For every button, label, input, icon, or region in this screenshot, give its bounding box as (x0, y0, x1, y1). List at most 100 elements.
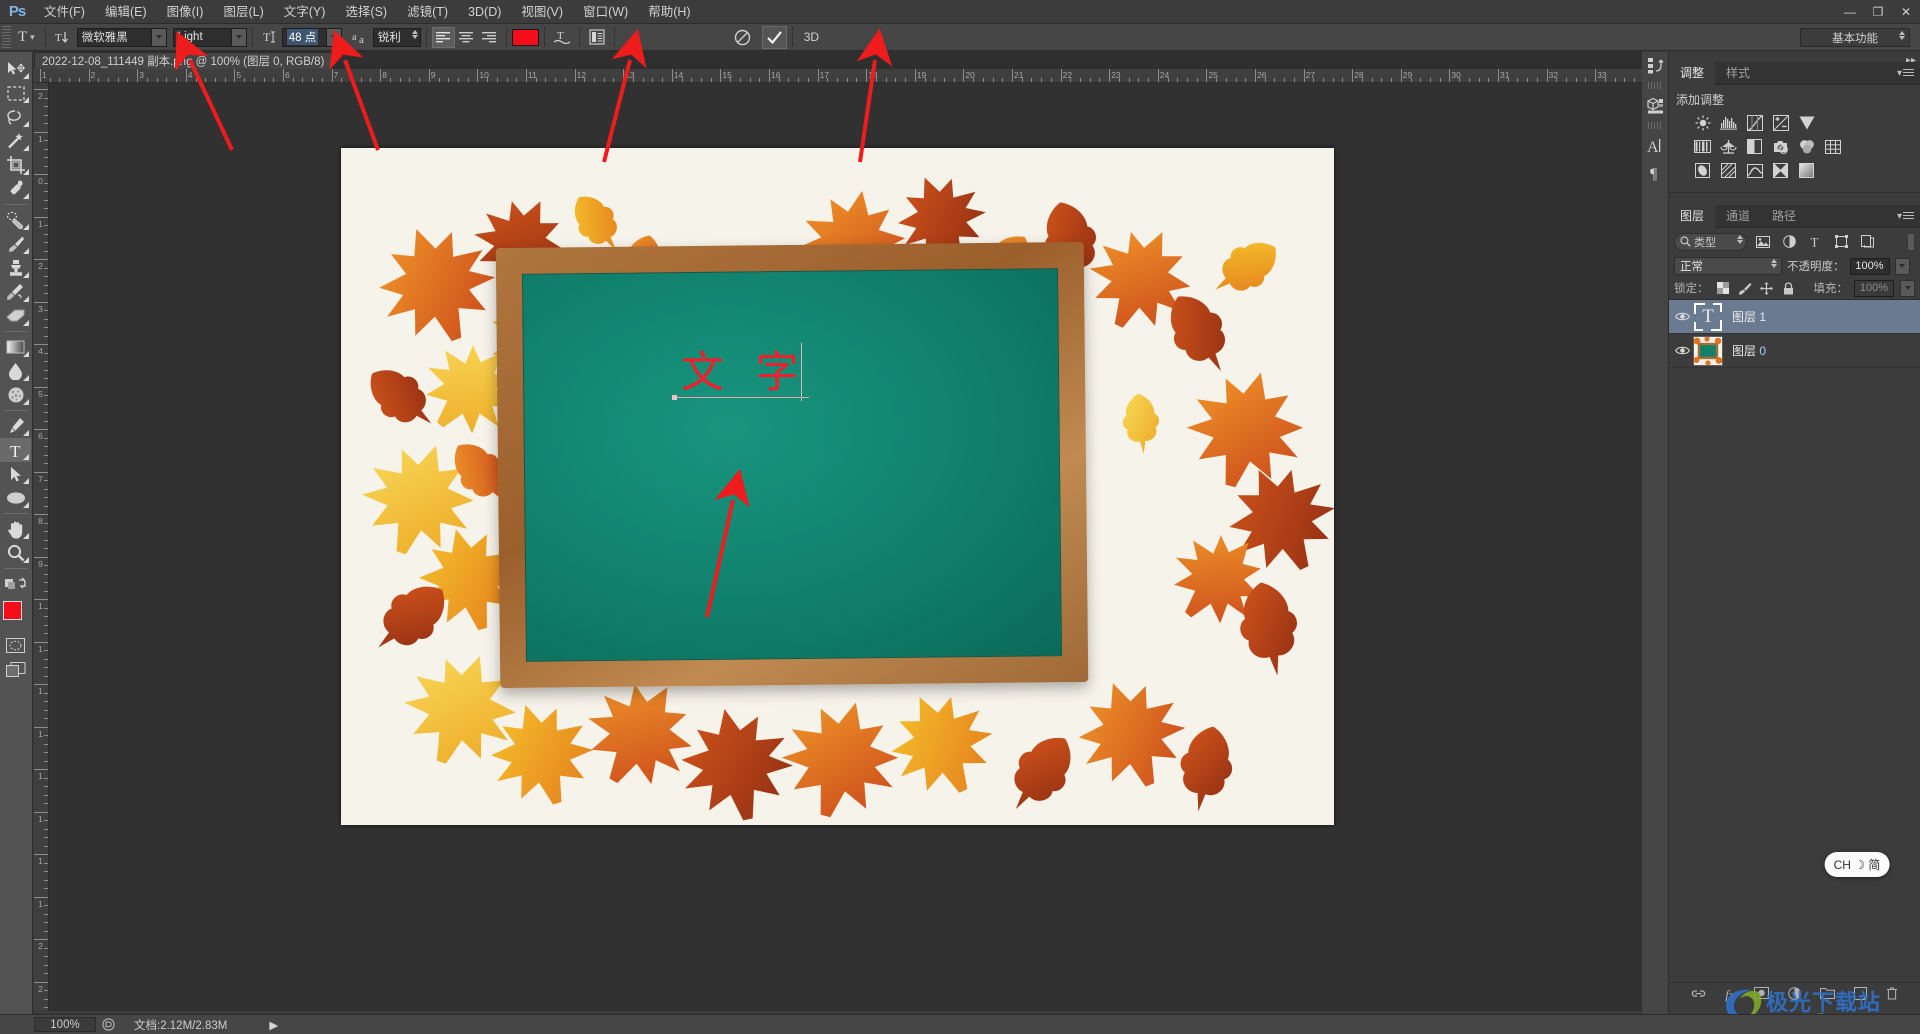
artboard[interactable]: 文 字 (341, 148, 1334, 825)
paragraph-panel-icon[interactable]: ¶ (1642, 159, 1669, 186)
type-tool[interactable]: T (0, 438, 31, 462)
fill-dropdown-icon[interactable] (1900, 279, 1915, 297)
panel-grip[interactable] (1648, 82, 1662, 89)
color-balance-icon[interactable] (1719, 138, 1738, 155)
spinner-icon[interactable] (411, 29, 418, 39)
clone-stamp-tool[interactable] (0, 256, 31, 280)
menu-filter[interactable]: 滤镜(T) (397, 0, 458, 24)
font-family-select[interactable]: 微软雅黑 (76, 27, 167, 47)
crop-tool[interactable] (0, 153, 31, 177)
history-brush-tool[interactable] (0, 280, 31, 304)
options-bar-grip[interactable] (2, 25, 11, 49)
pixel-filter-icon[interactable] (1753, 233, 1773, 251)
align-right-button[interactable] (478, 27, 501, 48)
rectangular-marquee-tool[interactable] (0, 81, 31, 105)
fill-input[interactable]: 100% (1854, 279, 1894, 297)
menu-window[interactable]: 窗口(W) (573, 0, 638, 24)
spinner-icon[interactable] (1771, 259, 1777, 268)
chevron-down-icon[interactable] (150, 28, 166, 46)
lock-image-icon[interactable] (1737, 280, 1753, 296)
character-panel-icon[interactable]: A (1642, 132, 1669, 159)
lock-position-icon[interactable] (1759, 280, 1775, 296)
canvas-area[interactable]: 文 字 (49, 83, 1642, 1011)
blur-tool[interactable] (0, 359, 31, 383)
history-panel-icon[interactable] (1642, 52, 1669, 79)
tab-adjustments[interactable]: 调整 (1669, 62, 1716, 85)
channel-mixer-icon[interactable] (1797, 138, 1816, 155)
text-orientation-icon[interactable]: T (51, 26, 75, 48)
lock-all-icon[interactable] (1781, 280, 1797, 296)
canvas-text-layer[interactable]: 文 字 (681, 350, 808, 396)
magic-wand-tool[interactable] (0, 129, 31, 153)
zoom-tool[interactable] (0, 541, 31, 565)
zoom-level-input[interactable]: 100% (34, 1017, 96, 1032)
character-panel-icon[interactable] (585, 26, 609, 48)
menu-help[interactable]: 帮助(H) (638, 0, 700, 24)
link-layers-icon[interactable] (1691, 988, 1706, 1002)
menu-select[interactable]: 选择(S) (335, 0, 397, 24)
eraser-tool[interactable] (0, 304, 31, 328)
brush-tool[interactable] (0, 232, 31, 256)
layer-visibility-icon[interactable] (1671, 334, 1693, 368)
spinner-icon[interactable] (1737, 234, 1743, 244)
brightness-contrast-icon[interactable] (1693, 114, 1712, 131)
gradient-tool[interactable] (0, 335, 31, 359)
hand-tool[interactable] (0, 517, 31, 541)
minimize-button[interactable]: — (1836, 0, 1864, 24)
chevron-down-icon[interactable] (325, 28, 341, 46)
edit-toolbar-button[interactable] (0, 572, 31, 596)
screen-mode-button[interactable] (0, 657, 31, 681)
black-white-icon[interactable] (1745, 138, 1764, 155)
vibrance-icon[interactable] (1797, 114, 1816, 131)
menu-type[interactable]: 文字(Y) (274, 0, 336, 24)
lock-transparency-icon[interactable] (1715, 280, 1731, 296)
smart-object-filter-icon[interactable] (1857, 233, 1877, 251)
levels-icon[interactable] (1719, 114, 1738, 131)
tab-channels[interactable]: 通道 (1715, 205, 1761, 228)
close-button[interactable]: ✕ (1892, 0, 1920, 24)
opacity-input[interactable]: 100% (1849, 257, 1890, 275)
menu-edit[interactable]: 编辑(E) (95, 0, 157, 24)
menu-layer[interactable]: 图层(L) (213, 0, 273, 24)
panel-menu-icon[interactable]: ▾ (1897, 68, 1914, 79)
commit-edit-button[interactable] (761, 25, 787, 49)
menu-file[interactable]: 文件(F) (34, 0, 95, 24)
menu-3d[interactable]: 3D(D) (458, 0, 511, 24)
panel-grip[interactable] (1648, 122, 1662, 129)
shape-filter-icon[interactable] (1831, 233, 1851, 251)
selective-color-icon[interactable] (1771, 162, 1790, 179)
restore-button[interactable]: ❐ (1864, 0, 1892, 24)
panel-menu-icon[interactable]: ▾ (1897, 211, 1914, 222)
layer-visibility-icon[interactable] (1671, 300, 1693, 334)
3d-text-button[interactable]: 3D (798, 30, 825, 44)
dodge-tool[interactable] (0, 383, 31, 407)
layer-filter-type-select[interactable]: 类型 (1674, 232, 1747, 251)
anti-alias-select[interactable]: 锐利 (372, 27, 421, 47)
status-expand-arrow-icon[interactable]: ▶ (269, 1018, 278, 1032)
filter-toggle-switch[interactable] (1907, 232, 1915, 251)
document-tab[interactable]: 2022-12-08_111449 副本.png @ 100% (图层 0, R… (34, 52, 333, 69)
chevron-down-icon[interactable] (230, 28, 246, 46)
blend-mode-select[interactable]: 正常 (1674, 257, 1782, 275)
workspace-selector[interactable]: 基本功能 (1800, 28, 1910, 47)
layer-row-text[interactable]: T 图层 1 (1669, 300, 1920, 334)
posterize-icon[interactable] (1719, 162, 1738, 179)
layer-row-image[interactable]: 图层 0 (1669, 334, 1920, 368)
type-filter-icon[interactable]: T (1805, 233, 1825, 251)
photo-filter-icon[interactable] (1771, 138, 1790, 155)
adjustment-filter-icon[interactable] (1779, 233, 1799, 251)
quick-mask-button[interactable] (0, 633, 31, 657)
pen-tool[interactable] (0, 414, 31, 438)
hue-saturation-icon[interactable] (1693, 138, 1712, 155)
3d-panel-icon[interactable] (1642, 92, 1669, 119)
color-swatches[interactable] (0, 599, 31, 633)
eyedropper-tool[interactable] (0, 177, 31, 201)
image-layer-thumb[interactable] (1693, 335, 1723, 366)
align-center-button[interactable] (455, 27, 478, 48)
text-layer-thumb[interactable]: T (1693, 302, 1723, 332)
font-style-select[interactable]: Light (172, 27, 247, 47)
tab-styles[interactable]: 样式 (1715, 62, 1761, 85)
gradient-map-icon[interactable] (1797, 162, 1816, 179)
threshold-icon[interactable] (1745, 162, 1764, 179)
lasso-tool[interactable] (0, 105, 31, 129)
